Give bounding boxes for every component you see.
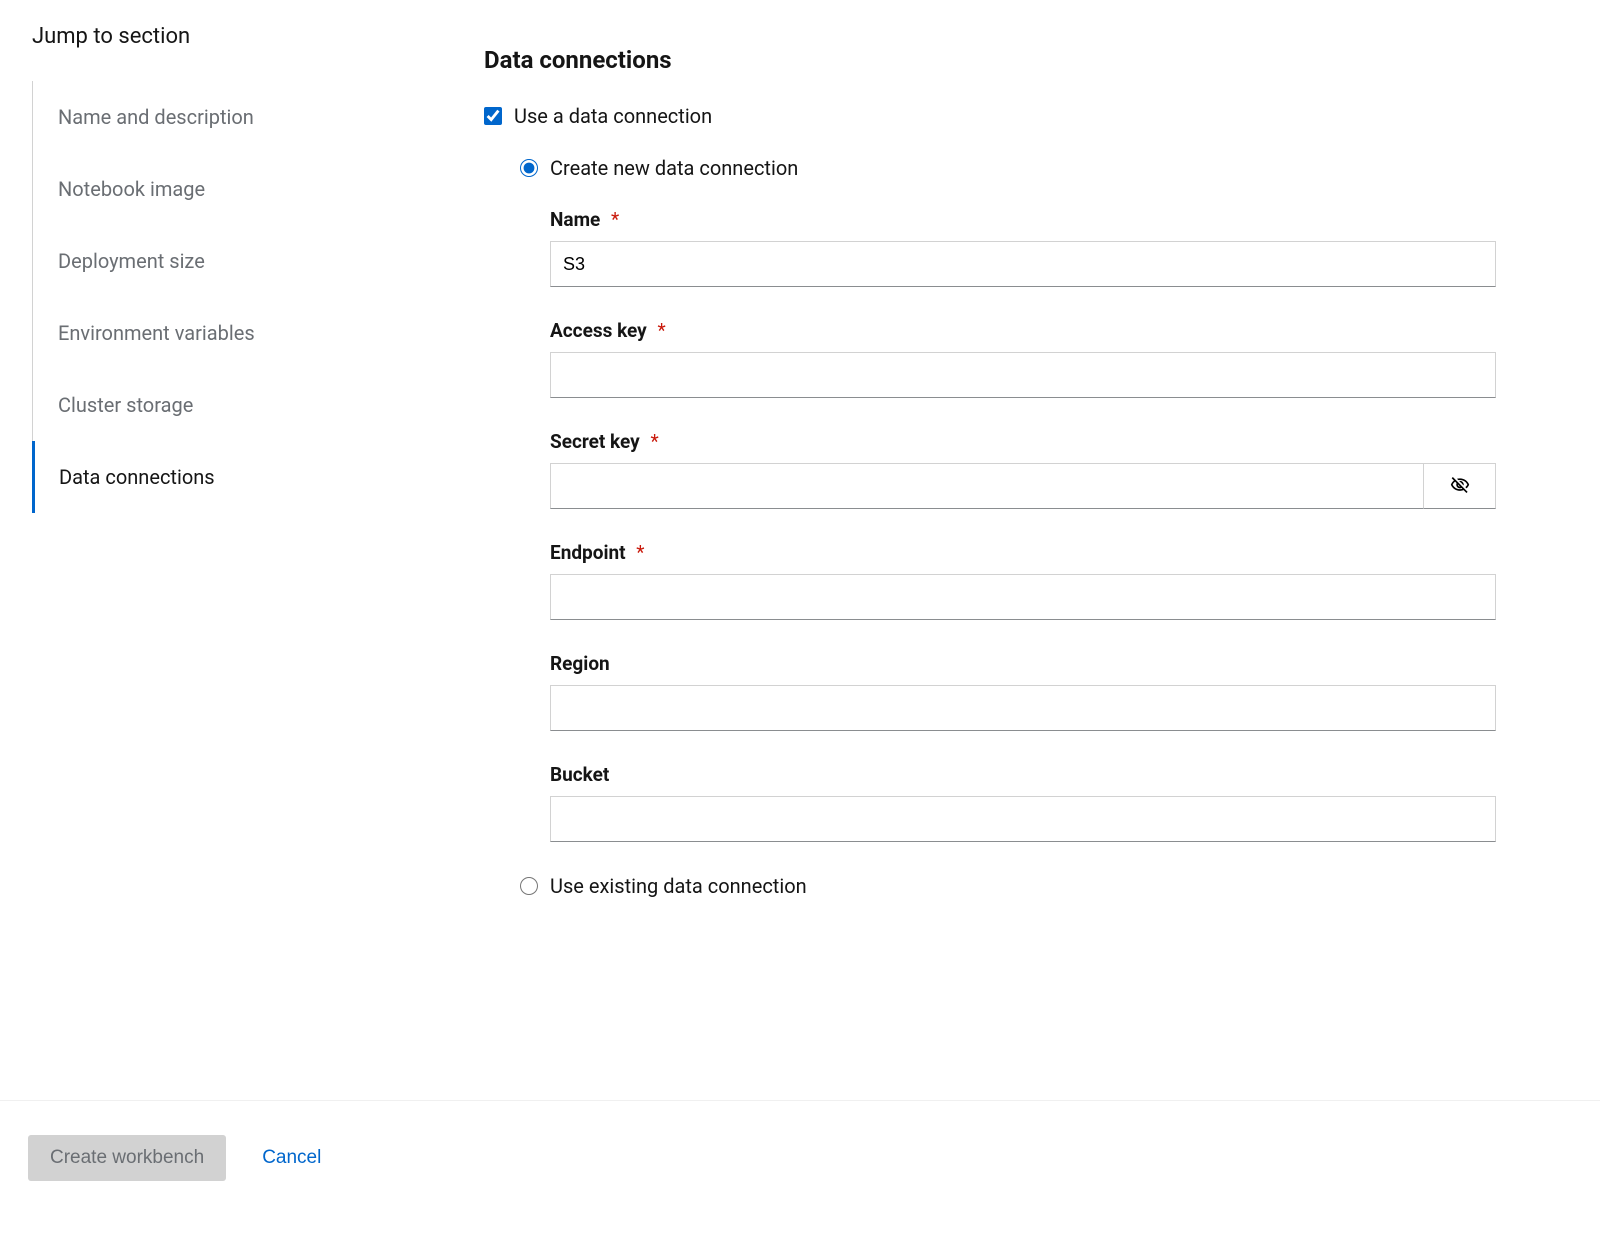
bucket-input[interactable] — [550, 796, 1496, 842]
sidebar-item-label: Name and description — [58, 105, 254, 129]
name-label-text: Name — [550, 208, 600, 231]
sidebar: Jump to section Name and description Not… — [24, 24, 484, 1076]
radio-create-new[interactable] — [520, 159, 538, 177]
bucket-label: Bucket — [550, 763, 1496, 786]
name-label: Name * — [550, 208, 1496, 231]
bucket-label-text: Bucket — [550, 763, 609, 786]
radio-use-existing[interactable] — [520, 877, 538, 895]
endpoint-input[interactable] — [550, 574, 1496, 620]
create-workbench-button[interactable]: Create workbench — [28, 1135, 226, 1181]
radio-create-row: Create new data connection — [520, 156, 1496, 180]
sidebar-item-environment-variables[interactable]: Environment variables — [32, 297, 484, 369]
region-input[interactable] — [550, 685, 1496, 731]
access-key-label: Access key * — [550, 319, 1496, 342]
sidebar-item-cluster-storage[interactable]: Cluster storage — [32, 369, 484, 441]
secret-key-label-text: Secret key — [550, 430, 640, 453]
footer: Create workbench Cancel — [0, 1100, 1600, 1215]
required-mark: * — [650, 430, 658, 453]
secret-key-input[interactable] — [550, 463, 1424, 509]
sidebar-item-label: Environment variables — [58, 321, 255, 345]
secret-key-input-group — [550, 463, 1496, 509]
sidebar-item-label: Data connections — [59, 465, 215, 489]
sidebar-item-label: Deployment size — [58, 249, 205, 273]
data-connection-radio-group: Create new data connection Name * Access… — [520, 156, 1496, 898]
use-data-connection-checkbox[interactable] — [484, 107, 502, 125]
nav-list: Name and description Notebook image Depl… — [32, 81, 484, 513]
sidebar-item-data-connections[interactable]: Data connections — [32, 441, 484, 513]
radio-existing-label: Use existing data connection — [550, 874, 807, 898]
region-label: Region — [550, 652, 1496, 675]
toggle-secret-visibility-button[interactable] — [1424, 463, 1496, 509]
field-endpoint: Endpoint * — [550, 541, 1496, 620]
required-mark: * — [636, 541, 644, 564]
field-secret-key: Secret key * — [550, 430, 1496, 509]
sidebar-item-deployment-size[interactable]: Deployment size — [32, 225, 484, 297]
required-mark: * — [611, 208, 619, 231]
section-title: Data connections — [484, 46, 1496, 74]
sidebar-item-label: Cluster storage — [58, 393, 193, 417]
create-connection-form: Name * Access key * Secret key * — [550, 208, 1496, 842]
access-key-input[interactable] — [550, 352, 1496, 398]
endpoint-label-text: Endpoint — [550, 541, 626, 564]
field-bucket: Bucket — [550, 763, 1496, 842]
main-content: Data connections Use a data connection C… — [484, 24, 1576, 1076]
sidebar-item-label: Notebook image — [58, 177, 205, 201]
use-data-connection-row: Use a data connection — [484, 104, 1496, 128]
required-mark: * — [657, 319, 665, 342]
sidebar-item-name-description[interactable]: Name and description — [32, 81, 484, 153]
access-key-label-text: Access key — [550, 319, 647, 342]
sidebar-item-notebook-image[interactable]: Notebook image — [32, 153, 484, 225]
name-input[interactable] — [550, 241, 1496, 287]
use-data-connection-label: Use a data connection — [514, 104, 712, 128]
field-name: Name * — [550, 208, 1496, 287]
field-access-key: Access key * — [550, 319, 1496, 398]
field-region: Region — [550, 652, 1496, 731]
region-label-text: Region — [550, 652, 610, 675]
radio-existing-row: Use existing data connection — [520, 874, 1496, 898]
eye-slash-icon — [1450, 475, 1470, 498]
radio-create-label: Create new data connection — [550, 156, 798, 180]
endpoint-label: Endpoint * — [550, 541, 1496, 564]
cancel-button[interactable]: Cancel — [258, 1135, 325, 1181]
sidebar-title: Jump to section — [24, 24, 484, 49]
secret-key-label: Secret key * — [550, 430, 1496, 453]
